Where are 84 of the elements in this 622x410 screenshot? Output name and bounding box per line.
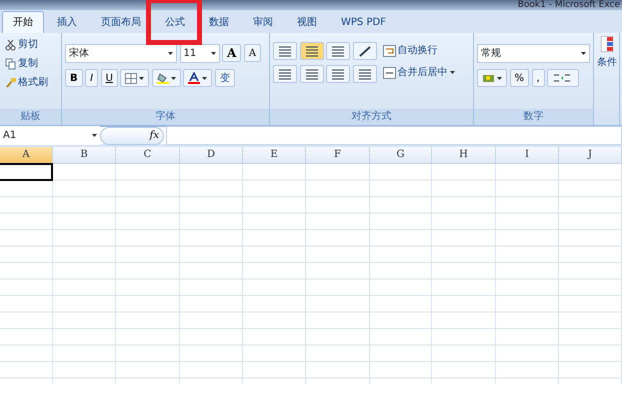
number-format-field[interactable]: 常规 xyxy=(477,44,590,63)
shrink-font-button[interactable]: A xyxy=(244,44,262,62)
caret-icon xyxy=(497,76,502,80)
group-label: 数字 xyxy=(474,109,593,125)
align-icon xyxy=(304,68,318,80)
clipboard-button[interactable]: 复制 xyxy=(3,55,58,72)
window-title: Book1 - Microsoft Exce xyxy=(518,0,621,10)
phonetic-button[interactable]: 变 xyxy=(214,69,235,87)
group-label: 对齐方式 xyxy=(270,109,473,125)
align-icon xyxy=(278,68,292,80)
group-label: 字体 xyxy=(62,109,269,125)
brush-icon xyxy=(5,76,16,88)
column-header[interactable]: D xyxy=(180,147,243,164)
ribbon-tab[interactable]: 插入 xyxy=(46,11,88,33)
caret-icon xyxy=(210,52,216,55)
grow-font-button[interactable]: A xyxy=(222,44,242,62)
function-button[interactable]: fx xyxy=(100,126,164,144)
align-button[interactable] xyxy=(300,42,324,60)
align-icon xyxy=(304,44,318,58)
align-button[interactable] xyxy=(273,65,297,83)
ribbon-tab[interactable]: 开始 xyxy=(2,11,44,33)
ribbon-tab[interactable]: 审阅 xyxy=(242,11,284,33)
font-color-icon xyxy=(188,72,200,84)
caret-icon xyxy=(202,76,208,80)
column-header[interactable]: E xyxy=(243,147,306,164)
ribbon-tab[interactable]: 公式 xyxy=(154,11,196,33)
caret-icon xyxy=(139,76,144,80)
decimal-button[interactable] xyxy=(547,69,580,87)
merge-icon xyxy=(382,66,396,78)
ribbon-tab[interactable]: 数据 xyxy=(198,11,240,33)
caret-icon xyxy=(170,76,176,80)
orientation-button[interactable] xyxy=(352,42,376,60)
ribbon-tab[interactable]: WPS PDF xyxy=(330,11,397,33)
wrap-icon xyxy=(382,44,396,56)
grid-icon xyxy=(125,72,138,84)
orientation-button[interactable] xyxy=(352,65,376,83)
column-header[interactable]: F xyxy=(306,147,370,164)
indent-icon xyxy=(358,68,372,80)
styles-label: 条件 xyxy=(597,56,617,70)
orientation-icon xyxy=(358,44,372,58)
align-icon xyxy=(331,68,345,80)
bold-button[interactable]: B xyxy=(65,69,83,87)
column-header[interactable]: C xyxy=(116,147,180,164)
group-label: 贴板 xyxy=(0,109,61,125)
currency-button[interactable] xyxy=(477,69,507,87)
align-button[interactable] xyxy=(326,42,350,60)
table-icon xyxy=(601,36,613,52)
column-header[interactable]: J xyxy=(559,147,622,164)
font-size-field[interactable]: 11 xyxy=(180,44,220,63)
selected-cell[interactable] xyxy=(0,163,53,181)
comma-button[interactable]: , xyxy=(532,69,545,87)
copy-icon xyxy=(5,58,16,70)
caret-icon xyxy=(450,71,454,74)
font-name-field[interactable]: 宋体 xyxy=(65,44,177,63)
paint-bucket-icon xyxy=(156,72,169,84)
column-header[interactable]: H xyxy=(432,147,496,164)
column-header[interactable]: A xyxy=(0,147,53,164)
font-color-button[interactable] xyxy=(183,69,212,87)
column-header[interactable]: I xyxy=(496,147,559,164)
underline-button[interactable]: U xyxy=(100,69,118,87)
caret-icon xyxy=(581,52,586,55)
merge-center-button[interactable]: 合并后居中 xyxy=(380,64,456,81)
clipboard-button[interactable]: 剪切 xyxy=(3,36,58,53)
align-icon xyxy=(331,44,345,58)
italic-button[interactable]: I xyxy=(85,69,98,87)
clipboard-button[interactable]: 格式刷 xyxy=(3,74,58,91)
scissors-icon xyxy=(5,38,16,50)
caret-icon xyxy=(168,52,173,55)
ribbon-tab[interactable]: 页面布局 xyxy=(90,11,152,33)
formula-input[interactable] xyxy=(166,126,622,145)
align-button[interactable] xyxy=(273,42,297,60)
align-button[interactable] xyxy=(326,65,350,83)
wrap-text-button[interactable]: 自动换行 xyxy=(380,42,456,59)
percent-button[interactable]: % xyxy=(510,69,530,87)
money-icon xyxy=(482,72,495,84)
align-icon xyxy=(278,44,292,58)
column-header[interactable]: G xyxy=(370,147,432,164)
fill-color-button[interactable] xyxy=(152,69,181,87)
borders-button[interactable] xyxy=(120,69,150,87)
name-box[interactable]: A1 xyxy=(0,126,100,145)
column-header[interactable]: B xyxy=(53,147,116,164)
ribbon-tab[interactable]: 视图 xyxy=(286,11,328,33)
align-button[interactable] xyxy=(300,65,324,83)
caret-icon xyxy=(92,134,97,137)
